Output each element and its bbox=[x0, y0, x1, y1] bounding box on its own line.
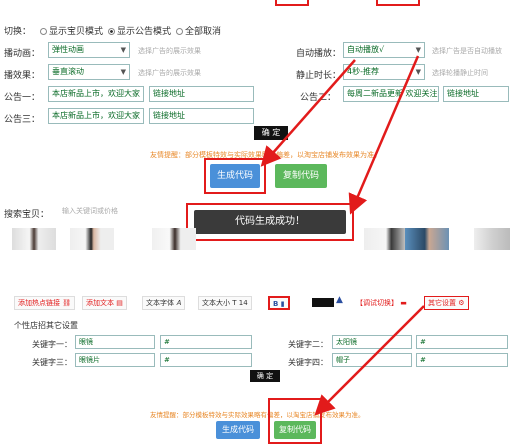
arrow-to-generate bbox=[260, 59, 356, 167]
annotation-arrows bbox=[260, 55, 425, 416]
arrow-to-copy bbox=[314, 305, 425, 416]
arrow-to-toast bbox=[348, 55, 420, 215]
